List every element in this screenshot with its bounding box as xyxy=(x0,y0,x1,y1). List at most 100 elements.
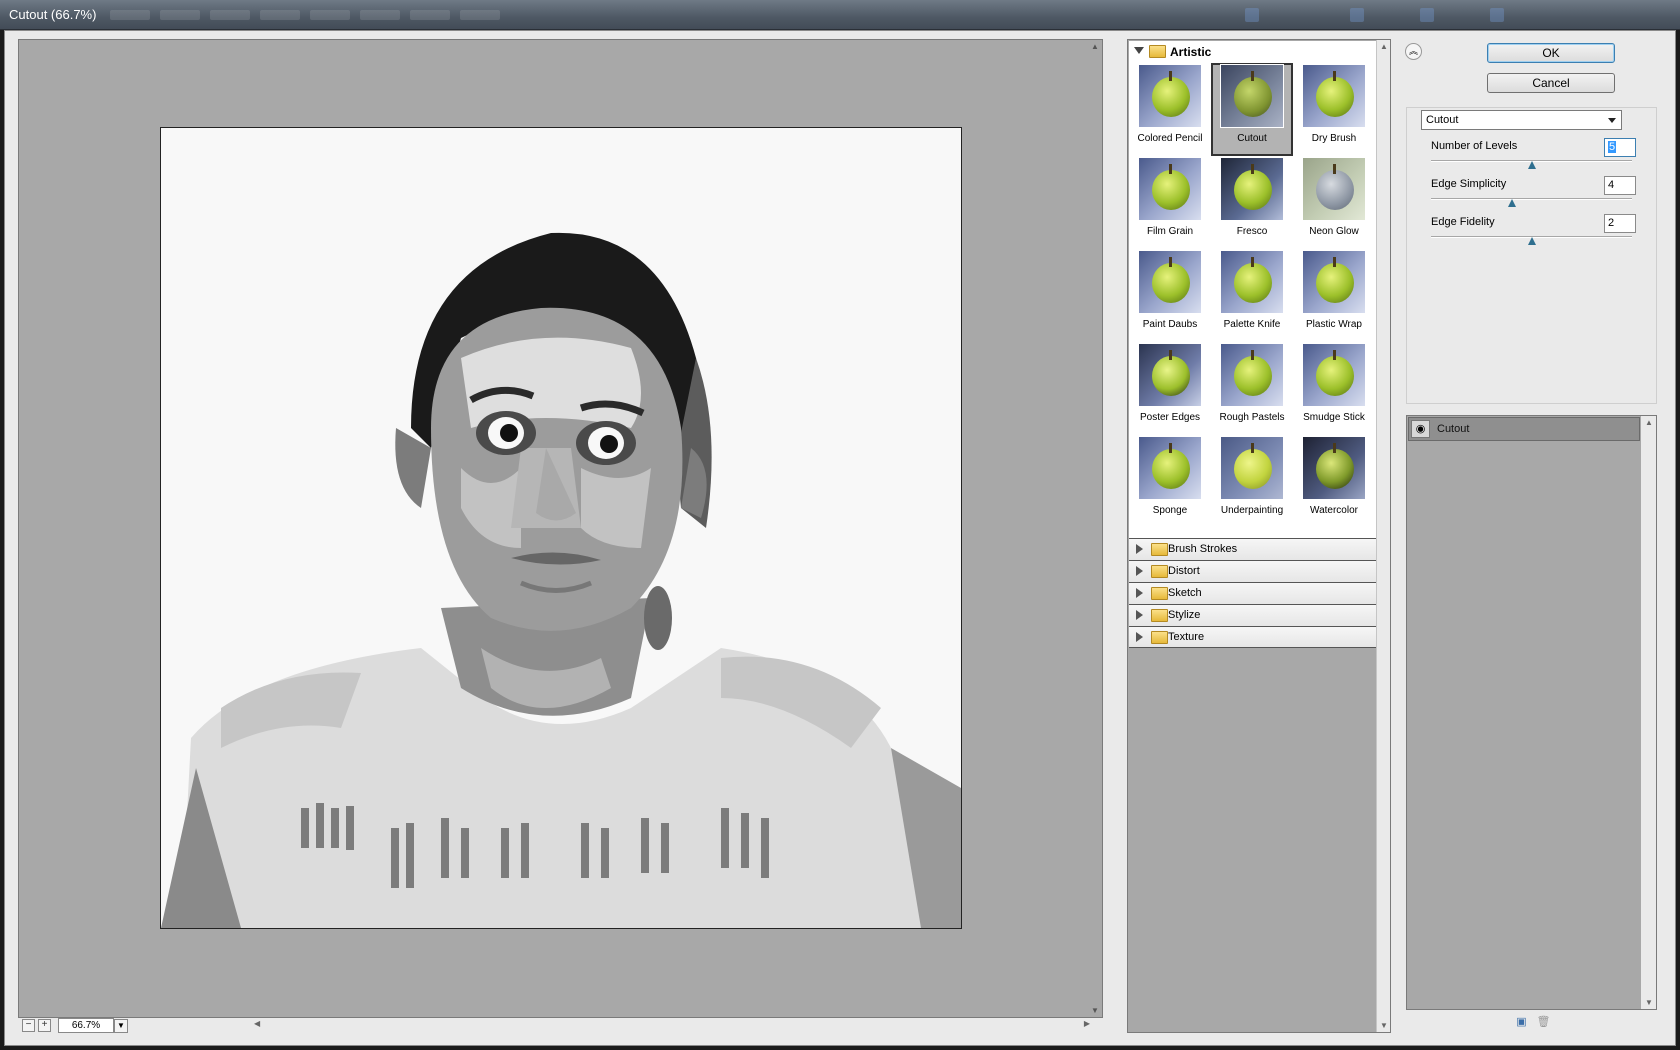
ok-button[interactable]: OK xyxy=(1487,43,1615,63)
filter-label: Rough Pastels xyxy=(1219,412,1285,423)
filter-thumbnail-image xyxy=(1138,157,1202,221)
zoom-dropdown-button[interactable]: ▼ xyxy=(114,1019,128,1033)
preview-image[interactable] xyxy=(160,127,962,929)
category-label: Texture xyxy=(1168,631,1205,643)
effect-layer-cutout[interactable]: ◉ Cutout xyxy=(1408,417,1640,441)
category-texture[interactable]: Texture xyxy=(1129,626,1377,648)
filter-label: Sponge xyxy=(1152,505,1188,516)
filter-cutout[interactable]: Cutout xyxy=(1211,63,1293,156)
collapsed-triangle-icon[interactable] xyxy=(1136,588,1143,598)
menu-ghost xyxy=(110,10,150,20)
folder-icon xyxy=(1149,45,1166,58)
preview-horizontal-scrollbar[interactable]: ◀ ▶ xyxy=(252,1019,1092,1033)
filter-label: Dry Brush xyxy=(1311,133,1357,144)
filter-thumbnail-image xyxy=(1220,157,1284,221)
zoom-out-button[interactable]: − xyxy=(22,1019,35,1032)
filter-label: Cutout xyxy=(1237,133,1267,144)
filter-paint-daubs[interactable]: Paint Daubs xyxy=(1129,249,1211,342)
filter-thumbnail-image xyxy=(1302,343,1366,407)
category-label: Distort xyxy=(1168,565,1200,577)
number-of-levels-input[interactable]: 5 xyxy=(1604,138,1636,157)
folder-icon xyxy=(1151,587,1168,600)
double-chevron-up-icon[interactable]: ︽ xyxy=(1405,43,1422,60)
scroll-up-arrow-icon[interactable]: ▲ xyxy=(1091,42,1099,51)
scroll-up-arrow-icon[interactable]: ▲ xyxy=(1645,418,1653,427)
filter-thumbnail-image xyxy=(1302,157,1366,221)
zoom-in-button[interactable]: + xyxy=(38,1019,51,1032)
collapsed-triangle-icon[interactable] xyxy=(1136,544,1143,554)
collapsed-triangle-icon[interactable] xyxy=(1136,566,1143,576)
menu-ghost xyxy=(460,10,500,20)
filter-thumbnail-image xyxy=(1138,343,1202,407)
filter-dry-brush[interactable]: Dry Brush xyxy=(1293,63,1375,156)
cancel-button[interactable]: Cancel xyxy=(1487,73,1615,93)
title-bar: Cutout (66.7%) xyxy=(0,0,1680,30)
menu-ghost xyxy=(160,10,200,20)
collapsed-triangle-icon[interactable] xyxy=(1136,632,1143,642)
filter-neon-glow[interactable]: Neon Glow xyxy=(1293,156,1375,249)
preview-vertical-scrollbar[interactable]: ▲ ▼ xyxy=(1087,40,1102,1017)
collapsed-triangle-icon[interactable] xyxy=(1136,610,1143,620)
new-effect-layer-icon[interactable]: ▣ xyxy=(1514,1015,1529,1029)
category-distort[interactable]: Distort xyxy=(1129,560,1377,582)
category-brush-strokes[interactable]: Brush Strokes xyxy=(1129,538,1377,560)
effect-layer-label: Cutout xyxy=(1437,423,1470,435)
scroll-down-arrow-icon[interactable]: ▼ xyxy=(1380,1021,1388,1030)
filter-rough-pastels[interactable]: Rough Pastels xyxy=(1211,342,1293,435)
filter-plastic-wrap[interactable]: Plastic Wrap xyxy=(1293,249,1375,342)
filter-select[interactable]: Cutout xyxy=(1421,110,1622,130)
edge-fidelity-slider-handle[interactable] xyxy=(1527,237,1536,245)
ghost-icon xyxy=(1490,8,1504,22)
expanded-triangle-icon[interactable] xyxy=(1134,47,1144,54)
folder-icon xyxy=(1151,565,1168,578)
filter-label: Watercolor xyxy=(1310,505,1358,516)
zoom-level-field[interactable]: 66.7% xyxy=(58,1018,114,1033)
filter-watercolor[interactable]: Watercolor xyxy=(1293,435,1375,528)
edge-simplicity-input[interactable]: 4 xyxy=(1604,176,1636,195)
scroll-right-arrow-icon[interactable]: ▶ xyxy=(1084,1019,1090,1028)
param-label: Number of Levels xyxy=(1431,140,1518,152)
menu-ghost xyxy=(360,10,400,20)
scroll-up-arrow-icon[interactable]: ▲ xyxy=(1380,42,1388,51)
folder-icon xyxy=(1151,609,1168,622)
edge-fidelity-input[interactable]: 2 xyxy=(1604,214,1636,233)
number-of-levels-slider-handle[interactable] xyxy=(1527,161,1536,169)
filter-label: Fresco xyxy=(1236,226,1268,237)
filter-thumbnail-image xyxy=(1138,436,1202,500)
eye-icon[interactable]: ◉ xyxy=(1411,420,1430,438)
filter-colored-pencil[interactable]: Colored Pencil xyxy=(1129,63,1211,156)
category-stylize[interactable]: Stylize xyxy=(1129,604,1377,626)
filter-smudge-stick[interactable]: Smudge Stick xyxy=(1293,342,1375,435)
category-label: Sketch xyxy=(1168,587,1202,599)
category-artistic[interactable]: Artistic xyxy=(1129,41,1377,63)
category-label: Brush Strokes xyxy=(1168,543,1238,555)
filter-label: Poster Edges xyxy=(1139,412,1201,423)
param-edge-simplicity: Edge Simplicity 4 xyxy=(1431,176,1636,212)
layers-scrollbar[interactable]: ▲ ▼ xyxy=(1641,416,1656,1009)
filter-underpainting[interactable]: Underpainting xyxy=(1211,435,1293,528)
preview-panel[interactable]: ▲ ▼ xyxy=(18,39,1103,1018)
edge-simplicity-slider-track[interactable] xyxy=(1431,198,1632,200)
scroll-left-arrow-icon[interactable]: ◀ xyxy=(254,1019,260,1028)
edge-simplicity-slider-handle[interactable] xyxy=(1508,199,1517,207)
filter-thumbnail-image xyxy=(1220,64,1284,128)
scroll-down-arrow-icon[interactable]: ▼ xyxy=(1645,998,1653,1007)
scroll-down-arrow-icon[interactable]: ▼ xyxy=(1091,1006,1099,1015)
filter-poster-edges[interactable]: Poster Edges xyxy=(1129,342,1211,435)
filter-palette-knife[interactable]: Palette Knife xyxy=(1211,249,1293,342)
trash-icon[interactable]: 🗑 xyxy=(1536,1015,1551,1029)
chevron-down-icon[interactable] xyxy=(1608,118,1616,123)
filter-thumbnail-image xyxy=(1220,436,1284,500)
param-label: Edge Fidelity xyxy=(1431,216,1495,228)
filter-thumbnail-image xyxy=(1302,436,1366,500)
gallery-scrollbar[interactable]: ▲ ▼ xyxy=(1376,40,1390,1032)
filter-fresco[interactable]: Fresco xyxy=(1211,156,1293,249)
category-sketch[interactable]: Sketch xyxy=(1129,582,1377,604)
filter-film-grain[interactable]: Film Grain xyxy=(1129,156,1211,249)
menu-ghost xyxy=(410,10,450,20)
filter-thumbnail-image xyxy=(1220,343,1284,407)
zoom-bar: − + 66.7% ▼ ◀ ▶ xyxy=(18,1018,1103,1034)
filter-label: Film Grain xyxy=(1146,226,1194,237)
filter-sponge[interactable]: Sponge xyxy=(1129,435,1211,528)
param-value: 5 xyxy=(1608,141,1617,153)
